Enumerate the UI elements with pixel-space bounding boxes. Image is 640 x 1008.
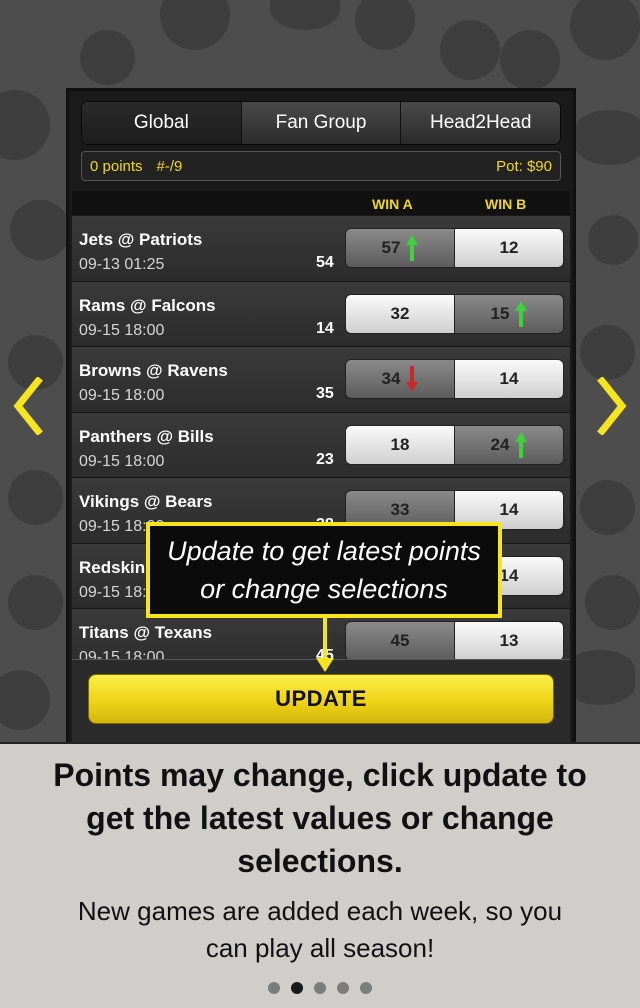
win-a-button[interactable]: 32 xyxy=(345,293,455,334)
cricket-ball-icon xyxy=(8,470,63,525)
points-total: 23 xyxy=(316,450,334,468)
tab-head2head[interactable]: Head2Head xyxy=(401,102,560,144)
column-header: WIN A WIN B xyxy=(72,191,570,215)
app-screen: Global Fan Group Head2Head 0 points #-/9… xyxy=(66,88,576,742)
tutorial-caption: Points may change, click update to get t… xyxy=(0,742,640,1008)
trend-down-icon xyxy=(406,366,419,392)
football-icon xyxy=(0,90,50,160)
checkered-flag-icon xyxy=(80,30,135,85)
hockey-puck-icon xyxy=(588,215,638,265)
game-date: 09-15 18:00 xyxy=(79,452,165,470)
baseball-icon xyxy=(585,575,640,630)
baseball-icon xyxy=(570,0,640,60)
win-b-points: 24 xyxy=(490,434,510,454)
win-a-points: 18 xyxy=(390,434,410,454)
win-a-points: 57 xyxy=(381,238,401,257)
game-row: Panthers @ Bills 09-15 18:00 23 18 24 xyxy=(72,412,570,478)
callout-line-2: or change selections xyxy=(200,574,448,604)
win-a-points: 32 xyxy=(390,303,410,323)
trend-up-icon xyxy=(515,431,528,458)
game-row: Rams @ Falcons 09-15 18:00 14 32 15 xyxy=(72,281,570,347)
caption-headline: Points may change, click update to get t… xyxy=(53,757,587,879)
caption-subtext: New games are added each week, so you ca… xyxy=(77,896,563,963)
win-b-points: 13 xyxy=(499,631,519,650)
status-bar: 0 points #-/9 Pot: $90 xyxy=(81,151,561,181)
win-b-points: 14 xyxy=(499,369,519,388)
points-value: 0 points xyxy=(90,157,143,175)
page-dot[interactable] xyxy=(268,982,280,994)
trend-up-icon xyxy=(406,235,419,261)
game-date: 09-15 18:00 xyxy=(79,387,165,404)
previous-arrow-icon[interactable] xyxy=(8,374,48,438)
win-b-button[interactable]: 15 xyxy=(454,293,564,334)
win-a-points: 34 xyxy=(381,369,401,388)
game-row: Browns @ Ravens 09-15 18:00 35 34 14 xyxy=(72,347,570,413)
matchup-label: Rams @ Falcons xyxy=(79,295,216,315)
baseball-icon xyxy=(440,20,500,80)
page-dot[interactable] xyxy=(337,982,349,994)
win-b-button[interactable]: 24 xyxy=(454,424,564,465)
trend-up-icon xyxy=(515,300,528,327)
win-b-points: 14 xyxy=(499,500,519,519)
win-a-button[interactable]: 57 xyxy=(345,228,455,268)
soccer-ball-icon xyxy=(160,0,230,50)
win-b-header: WIN B xyxy=(485,196,527,212)
baseball-icon xyxy=(8,575,63,630)
page-dot[interactable] xyxy=(314,982,326,994)
win-a-header: WIN A xyxy=(372,196,413,212)
tutorial-callout: Update to get latest points or change se… xyxy=(146,522,502,618)
tab-fan-group[interactable]: Fan Group xyxy=(242,102,402,144)
win-b-button[interactable]: 14 xyxy=(454,359,564,399)
matchup-label: Jets @ Patriots xyxy=(79,230,203,249)
baseball-icon xyxy=(10,200,70,260)
tennis-ball-icon xyxy=(580,480,635,535)
win-a-button[interactable]: 18 xyxy=(345,424,455,465)
points-total: 35 xyxy=(316,385,334,402)
page-indicator xyxy=(0,982,640,994)
win-a-points: 45 xyxy=(390,631,410,650)
next-arrow-icon[interactable] xyxy=(592,374,632,438)
golf-ball-icon xyxy=(500,30,560,90)
matchup-label: Vikings @ Bears xyxy=(79,492,213,511)
callout-line-1: Update to get latest points xyxy=(167,536,481,566)
page-dot[interactable] xyxy=(291,982,303,994)
win-a-points: 33 xyxy=(390,500,410,519)
tab-global[interactable]: Global xyxy=(82,102,242,144)
win-b-points: 14 xyxy=(499,565,519,585)
callout-pointer-line xyxy=(323,618,327,660)
game-row: Jets @ Patriots 09-13 01:25 54 57 12 xyxy=(72,216,570,282)
page-dot[interactable] xyxy=(360,982,372,994)
basketball-icon xyxy=(355,0,415,50)
rugby-ball-icon xyxy=(270,0,340,30)
points-total: 14 xyxy=(316,319,334,337)
win-b-button[interactable]: 12 xyxy=(454,228,564,268)
matchup-label: Panthers @ Bills xyxy=(79,426,214,446)
win-b-points: 15 xyxy=(490,303,510,323)
matchup-label: Titans @ Texans xyxy=(79,623,213,642)
rank-value: #-/9 xyxy=(156,157,183,175)
game-date: 09-15 18:00 xyxy=(79,321,165,339)
football-icon xyxy=(575,110,640,165)
win-a-button[interactable]: 34 xyxy=(345,359,455,399)
baseball-icon xyxy=(0,670,50,730)
win-b-points: 12 xyxy=(499,238,519,257)
matchup-label: Browns @ Ravens xyxy=(79,361,228,380)
pot-value: Pot: $90 xyxy=(496,157,552,175)
game-date: 09-13 01:25 xyxy=(79,256,165,273)
points-total: 54 xyxy=(316,254,334,271)
leaderboard-segmented-control: Global Fan Group Head2Head xyxy=(81,101,561,145)
update-button[interactable]: UPDATE xyxy=(88,674,554,724)
win-b-button[interactable]: 13 xyxy=(454,621,564,661)
basketball-icon xyxy=(580,325,635,380)
callout-pointer-arrow xyxy=(316,658,334,672)
win-a-button[interactable]: 45 xyxy=(345,621,455,661)
